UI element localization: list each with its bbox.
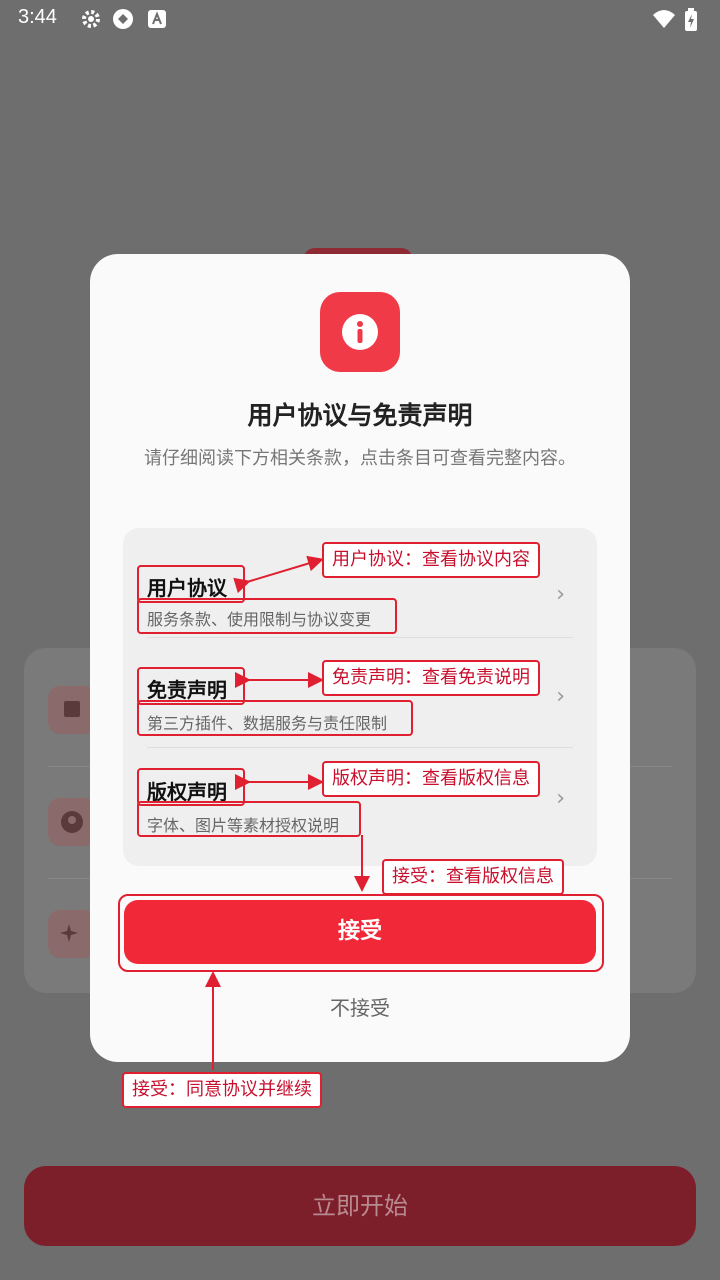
annotation-label: 免责声明：查看免责说明 bbox=[322, 660, 540, 696]
user-icon bbox=[48, 798, 96, 846]
annotation-highlight bbox=[137, 700, 413, 736]
annotation-label: 用户协议：查看协议内容 bbox=[322, 542, 540, 578]
wifi-icon bbox=[652, 8, 675, 30]
start-button: 立即开始 bbox=[24, 1166, 696, 1246]
dialog-title: 用户协议与免责声明 bbox=[247, 401, 473, 430]
annotation-highlight bbox=[137, 801, 361, 837]
status-time: 3:44 bbox=[18, 6, 57, 28]
status-bar: 3:44 bbox=[0, 0, 720, 36]
annotation-label: 接受：查看版权信息 bbox=[382, 859, 564, 895]
music-icon bbox=[48, 686, 96, 734]
annotation-highlight bbox=[118, 894, 604, 972]
annotation-label: 接受：同意协议并继续 bbox=[122, 1072, 322, 1108]
chevron-right-icon: › bbox=[556, 684, 565, 709]
battery-icon bbox=[684, 8, 706, 31]
dialog-description: 请仔细阅读下方相关条款，点击条目可查看完整内容。 bbox=[144, 448, 576, 469]
sync-icon bbox=[112, 8, 134, 30]
sparkle-icon bbox=[48, 910, 96, 958]
annotation-highlight bbox=[137, 598, 397, 634]
settings-icon bbox=[80, 8, 102, 30]
info-icon bbox=[320, 292, 400, 372]
chevron-right-icon: › bbox=[556, 582, 565, 607]
reject-button[interactable]: 不接受 bbox=[90, 992, 630, 1021]
font-icon bbox=[146, 8, 168, 30]
annotation-label: 版权声明：查看版权信息 bbox=[322, 761, 540, 797]
chevron-right-icon: › bbox=[556, 786, 565, 811]
